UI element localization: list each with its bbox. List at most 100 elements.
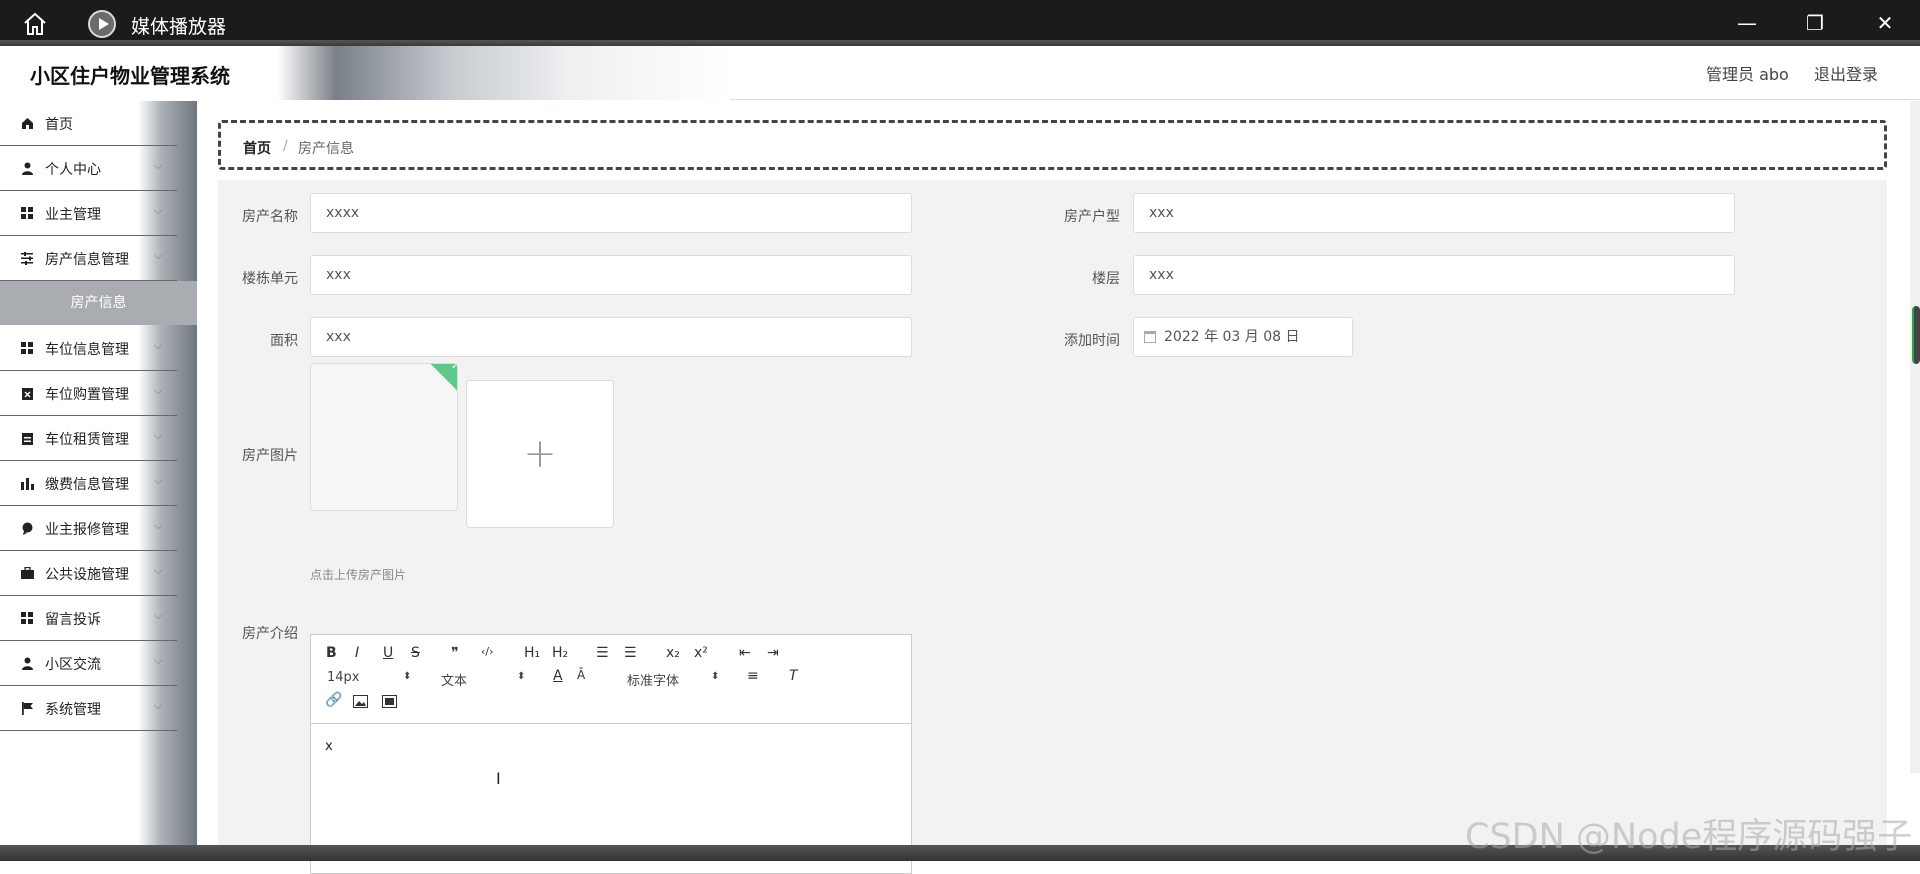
sidebar-item-label: 首页 bbox=[45, 117, 73, 133]
sidebar-item-system[interactable]: 系统管理 ⌵ bbox=[0, 686, 177, 731]
sidebar-item-label: 车位租赁管理 bbox=[45, 432, 129, 448]
align-button[interactable]: ≡ bbox=[747, 668, 759, 684]
sidebar-item-label: 车位购置管理 bbox=[45, 387, 129, 403]
minimize-button[interactable]: — bbox=[1732, 8, 1762, 38]
sidebar-item-label: 小区交流 bbox=[45, 657, 101, 673]
strike-button[interactable]: S bbox=[411, 645, 420, 661]
indent-button[interactable]: ⇥ bbox=[767, 645, 779, 661]
page-scrollbar[interactable] bbox=[1910, 101, 1920, 773]
image-insert-icon[interactable] bbox=[353, 695, 368, 708]
ordered-list-button[interactable]: ☰ bbox=[596, 645, 609, 661]
h1-button[interactable]: H₁ bbox=[524, 645, 540, 661]
floor-input[interactable]: xxx bbox=[1133, 255, 1735, 295]
unit-input[interactable]: xxx bbox=[310, 255, 912, 295]
blockquote-button[interactable]: ❞ bbox=[451, 645, 459, 661]
italic-button[interactable]: I bbox=[355, 645, 359, 661]
sidebar-item-payments[interactable]: 缴费信息管理 ⌵ bbox=[0, 461, 177, 506]
logout-link[interactable]: 退出登录 bbox=[1814, 61, 1878, 85]
sidebar-item-personal[interactable]: 个人中心 ⌵ bbox=[0, 146, 177, 191]
name-input[interactable]: xxxx bbox=[310, 193, 912, 233]
home-icon bbox=[22, 118, 33, 129]
upload-add-button[interactable]: + bbox=[466, 380, 614, 528]
sidebar-item-label: 业主管理 bbox=[45, 207, 101, 223]
code-block-button[interactable]: ‹/› bbox=[481, 645, 494, 658]
pin-icon bbox=[22, 522, 33, 535]
chevron-down-icon: ⌵ bbox=[154, 564, 163, 577]
bold-button[interactable]: B bbox=[326, 645, 337, 661]
chevron-down-icon: ⌵ bbox=[154, 159, 163, 172]
chevron-down-icon: ⌵ bbox=[154, 609, 163, 622]
chevron-down-icon: ⌵ bbox=[154, 339, 163, 352]
type-input[interactable]: xxx bbox=[1133, 193, 1735, 233]
editor-content[interactable]: x bbox=[325, 739, 333, 754]
sidebar-item-parking-rental[interactable]: 车位租赁管理 ⌵ bbox=[0, 416, 177, 461]
sidebar-item-label: 房产信息管理 bbox=[45, 252, 129, 268]
date-picker[interactable]: 2022 年 03 月 08 日 bbox=[1133, 317, 1353, 357]
chevron-up-icon: ⌵ bbox=[154, 249, 163, 262]
select-arrows-icon: ⬍ bbox=[403, 671, 412, 682]
breadcrumb-separator: / bbox=[283, 138, 288, 154]
background-color-button[interactable]: Ā bbox=[577, 668, 585, 682]
bullet-list-button[interactable]: ☰ bbox=[624, 645, 637, 661]
sidebar-item-owners[interactable]: 业主管理 ⌵ bbox=[0, 191, 177, 236]
h2-button[interactable]: H₂ bbox=[552, 645, 568, 661]
admin-name: 管理员 abo bbox=[1706, 65, 1789, 84]
flag-icon bbox=[22, 702, 33, 715]
sidebar-item-complaints[interactable]: 留言投诉 ⌵ bbox=[0, 596, 177, 641]
select-arrows-icon: ⬍ bbox=[517, 671, 526, 682]
briefcase-icon bbox=[21, 567, 34, 579]
video-insert-icon[interactable] bbox=[382, 695, 397, 708]
type-label: 房产户型 bbox=[1064, 209, 1120, 225]
area-label: 面积 bbox=[270, 333, 298, 349]
user-icon bbox=[22, 657, 33, 670]
uploaded-image-thumbnail[interactable]: ✓ bbox=[310, 363, 458, 511]
grid-icon bbox=[21, 342, 33, 354]
select-arrows-icon: ⬍ bbox=[711, 671, 720, 682]
calendar-icon bbox=[1144, 331, 1156, 343]
superscript-button[interactable]: x² bbox=[694, 645, 708, 661]
breadcrumb-home[interactable]: 首页 bbox=[243, 138, 271, 158]
upload-tip: 点击上传房产图片 bbox=[310, 568, 407, 582]
app-brand: 小区住户物业管理系统 bbox=[30, 64, 230, 88]
chevron-down-icon: ⌵ bbox=[154, 429, 163, 442]
upload-success-badge: ✓ bbox=[428, 364, 457, 395]
date-label: 添加时间 bbox=[1064, 333, 1120, 349]
header-select[interactable]: 文本 bbox=[441, 670, 467, 689]
rich-text-editor: B I U S ❞ ‹/› H₁ H₂ ☰ ☰ x₂ x² ⇤ ⇥ 14px ⬍… bbox=[310, 634, 912, 874]
font-size-select[interactable]: 14px bbox=[327, 670, 360, 685]
sidebar-item-community[interactable]: 小区交流 ⌵ bbox=[0, 641, 177, 686]
clipboard-x-icon bbox=[22, 388, 33, 400]
font-family-select[interactable]: 标准字体 bbox=[627, 670, 679, 689]
underline-button[interactable]: U bbox=[383, 645, 393, 661]
close-button[interactable]: ✕ bbox=[1870, 8, 1900, 38]
sidebar-item-facilities[interactable]: 公共设施管理 ⌵ bbox=[0, 551, 177, 596]
chevron-down-icon: ⌵ bbox=[154, 474, 163, 487]
home-icon[interactable] bbox=[22, 11, 48, 37]
outdent-button[interactable]: ⇤ bbox=[739, 645, 751, 661]
clear-format-button[interactable]: T bbox=[789, 668, 798, 684]
font-color-button[interactable]: A bbox=[553, 668, 563, 684]
text-cursor-icon: I bbox=[496, 769, 501, 788]
window-title: 媒体播放器 bbox=[131, 16, 227, 38]
sidebar-item-property[interactable]: 房产信息管理 ⌵ bbox=[0, 236, 177, 281]
sidebar-subitem-property-info[interactable]: 房产信息 bbox=[0, 281, 197, 325]
chevron-down-icon: ⌵ bbox=[154, 204, 163, 217]
sidebar-item-parking[interactable]: 车位信息管理 ⌵ bbox=[0, 326, 177, 371]
link-button[interactable]: 🔗 bbox=[325, 692, 342, 708]
user-icon bbox=[22, 162, 33, 175]
sliders-icon bbox=[21, 252, 33, 265]
sidebar-item-repairs[interactable]: 业主报修管理 ⌵ bbox=[0, 506, 177, 551]
sidebar-item-parking-purchase[interactable]: 车位购置管理 ⌵ bbox=[0, 371, 177, 416]
breadcrumb-current: 房产信息 bbox=[298, 141, 354, 157]
subscript-button[interactable]: x₂ bbox=[666, 645, 680, 661]
scrollbar-thumb[interactable] bbox=[1912, 306, 1920, 364]
chevron-down-icon: ⌵ bbox=[154, 519, 163, 532]
sidebar-item-label: 系统管理 bbox=[45, 702, 101, 718]
sidebar-item-home[interactable]: 首页 bbox=[0, 101, 177, 146]
restore-button[interactable]: ❐ bbox=[1800, 8, 1830, 38]
floor-label: 楼层 bbox=[1092, 271, 1120, 287]
intro-label: 房产介绍 bbox=[242, 626, 298, 642]
app-header: 小区住户物业管理系统 管理员 abo 退出登录 bbox=[0, 46, 1920, 100]
area-input[interactable]: xxx bbox=[310, 317, 912, 357]
window-titlebar: 媒体播放器 — ❐ ✕ bbox=[0, 0, 1920, 46]
